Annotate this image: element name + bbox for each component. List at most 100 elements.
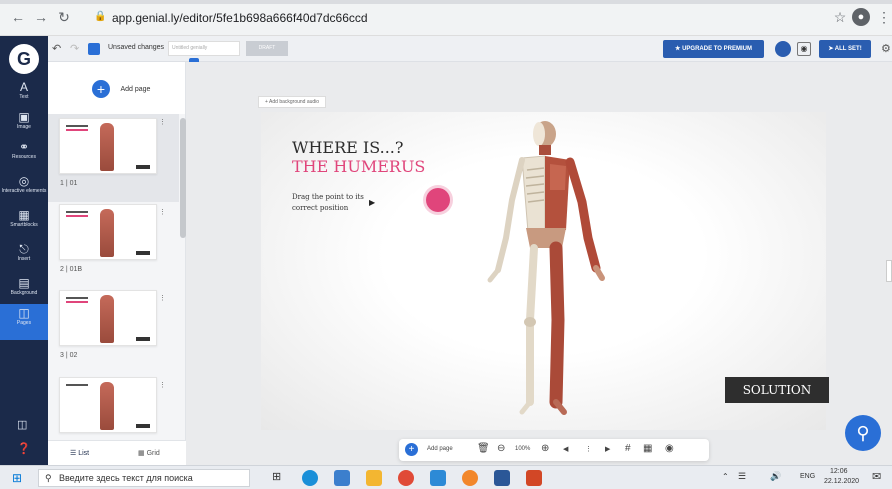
grid-guides-icon[interactable]: # bbox=[625, 443, 631, 454]
smartblocks-icon: ▦ bbox=[18, 208, 30, 222]
network-icon[interactable]: ☰ bbox=[738, 471, 746, 482]
back-icon[interactable]: ← bbox=[10, 9, 26, 25]
upgrade-button[interactable]: ★ UPGRADE TO PREMIUM bbox=[663, 40, 764, 58]
mail-icon[interactable] bbox=[430, 470, 446, 486]
add-page-plus-icon[interactable]: + bbox=[405, 443, 418, 456]
editor-toolbar: ↶ ↷ Unsaved changes Untitled genially DR… bbox=[0, 36, 892, 62]
undo-icon[interactable]: ↶ bbox=[52, 42, 61, 55]
word-icon[interactable] bbox=[494, 470, 510, 486]
nav-label: Image bbox=[17, 124, 31, 130]
zoom-out-icon[interactable]: ⊖ bbox=[497, 443, 505, 454]
task-view-icon[interactable]: ⊞ bbox=[272, 470, 281, 483]
page-thumbnail[interactable] bbox=[59, 290, 157, 346]
right-panel-handle[interactable] bbox=[886, 260, 892, 282]
layers-icon[interactable]: ◉ bbox=[665, 443, 674, 454]
search-placeholder: Введите здесь текст для поиска bbox=[59, 473, 193, 483]
slide-title[interactable]: WHERE IS...? bbox=[292, 138, 403, 157]
grid-icon: ▦ bbox=[138, 450, 147, 457]
search-icon: ⚲ bbox=[45, 473, 52, 483]
page-thumbnail[interactable] bbox=[59, 377, 157, 433]
left-sidebar: G A Text ▣ Image ⚭ Resources ◎ Interactive e… bbox=[0, 36, 48, 465]
library-icon[interactable]: ◫ bbox=[17, 418, 27, 431]
powerpoint-icon[interactable] bbox=[526, 470, 542, 486]
solution-button[interactable]: SOLUTION bbox=[725, 377, 829, 403]
genially-name-field[interactable]: Untitled genially bbox=[168, 41, 240, 56]
help-info-icon[interactable]: ❓ bbox=[17, 442, 31, 455]
page-options-icon[interactable]: ⋮ bbox=[159, 208, 166, 216]
nav-label: Resources bbox=[12, 154, 36, 160]
forward-icon[interactable]: → bbox=[33, 9, 49, 25]
insert-icon: ⎋ bbox=[19, 242, 29, 256]
list-label: List bbox=[78, 450, 90, 457]
nav-label: Smartblocks bbox=[10, 222, 38, 228]
nav-item-smartblocks[interactable]: ▦ Smartblocks bbox=[0, 206, 48, 242]
draft-badge: DRAFT bbox=[246, 41, 288, 56]
settings-gear-icon[interactable]: ⚙ bbox=[881, 42, 891, 55]
save-icon[interactable] bbox=[88, 43, 100, 55]
skeleton-figure bbox=[100, 295, 114, 343]
layout-icon[interactable]: ▦ bbox=[643, 443, 652, 454]
profile-icon[interactable]: ● bbox=[852, 8, 870, 26]
list-icon: ☰ bbox=[70, 450, 79, 457]
nav-item-resources[interactable]: ⚭ Resources bbox=[0, 138, 48, 174]
list-view-button[interactable]: ☰ List bbox=[70, 449, 89, 457]
nav-label: Interactive elements bbox=[1, 188, 47, 194]
grid-view-button[interactable]: ▦ Grid bbox=[138, 449, 160, 457]
page-options-icon[interactable]: ⋮ bbox=[159, 381, 166, 389]
clock-time[interactable]: 12:06 bbox=[830, 468, 848, 475]
background-icon: ▤ bbox=[18, 276, 30, 290]
add-page-button[interactable]: + Add page bbox=[92, 80, 150, 100]
resources-icon: ⚭ bbox=[18, 140, 30, 154]
zoom-in-icon[interactable]: ⊕ bbox=[541, 443, 549, 454]
page-options-icon[interactable]: ⋮ bbox=[159, 294, 166, 302]
toolbar-add-page-label[interactable]: Add page bbox=[427, 446, 453, 452]
taskbar-search-input[interactable]: ⚲ Введите здесь текст для поиска bbox=[38, 469, 250, 487]
save-app-icon[interactable] bbox=[334, 470, 350, 486]
nav-item-interactive[interactable]: ◎ Interactive elements bbox=[0, 172, 48, 208]
next-page-icon[interactable]: ▶ bbox=[605, 445, 610, 453]
view-toggle: ☰ List ▦ Grid bbox=[48, 440, 186, 465]
previous-page-icon[interactable]: ◀ bbox=[563, 445, 568, 453]
browser-menu-icon[interactable]: ⋮ bbox=[876, 9, 892, 25]
chrome-icon[interactable] bbox=[398, 470, 414, 486]
help-chat-button[interactable]: ⚲ bbox=[845, 415, 881, 451]
clock-date[interactable]: 22.12.2020 bbox=[824, 478, 859, 485]
edge-icon[interactable] bbox=[302, 470, 318, 486]
windows-start-icon[interactable]: ⊞ bbox=[12, 471, 22, 485]
text-icon: A bbox=[19, 80, 28, 94]
browser-toolbar: ← → ↻ 🔒 app.genial.ly/editor/5fe1b698a66… bbox=[0, 0, 892, 36]
page-thumbnail[interactable] bbox=[59, 204, 157, 260]
anatomy-figure[interactable] bbox=[470, 120, 620, 425]
volume-icon[interactable]: 🔊 bbox=[770, 471, 781, 482]
nav-label: Text bbox=[19, 94, 29, 100]
preview-eye-icon[interactable]: ◉ bbox=[797, 42, 811, 56]
firefox-icon[interactable] bbox=[462, 470, 478, 486]
nav-item-pages[interactable]: ◫ Pages bbox=[0, 304, 48, 340]
zoom-level: 100% bbox=[515, 446, 531, 452]
bookmark-star-icon[interactable]: ☆ bbox=[832, 9, 848, 25]
draggable-point[interactable] bbox=[426, 188, 450, 212]
reload-icon[interactable]: ↻ bbox=[56, 9, 72, 25]
delete-page-icon[interactable]: 🗑 bbox=[477, 443, 490, 454]
tray-chevron-icon[interactable]: ⌃ bbox=[722, 472, 729, 481]
page-selector[interactable]: ⋮ bbox=[585, 445, 592, 453]
address-bar[interactable]: 🔒 app.genial.ly/editor/5fe1b698a666f40d7… bbox=[84, 6, 604, 30]
grid-label: Grid bbox=[146, 450, 160, 457]
genially-logo[interactable]: G bbox=[9, 44, 39, 74]
page-label: 2 | 01B bbox=[60, 266, 83, 273]
file-explorer-icon[interactable] bbox=[366, 470, 382, 486]
nav-label: Insert bbox=[17, 256, 31, 262]
page-thumbnail[interactable] bbox=[59, 118, 157, 174]
add-background-audio-button[interactable]: + Add background audio bbox=[258, 96, 327, 108]
save-status: Unsaved changes bbox=[108, 44, 165, 51]
skeleton-figure bbox=[100, 123, 114, 171]
nav-item-insert[interactable]: ⎋ Insert bbox=[0, 240, 48, 276]
redo-icon[interactable]: ↷ bbox=[70, 42, 79, 55]
all-set-button[interactable]: ➤ ALL SET! bbox=[819, 40, 871, 58]
add-page-label: Add page bbox=[120, 85, 151, 93]
user-avatar[interactable] bbox=[775, 41, 791, 57]
page-options-icon[interactable]: ⋮ bbox=[159, 118, 166, 126]
notifications-icon[interactable]: ✉ bbox=[872, 470, 881, 483]
language-indicator[interactable]: ENG bbox=[800, 473, 815, 480]
slide-subtitle[interactable]: THE HUMERUS bbox=[292, 157, 425, 176]
